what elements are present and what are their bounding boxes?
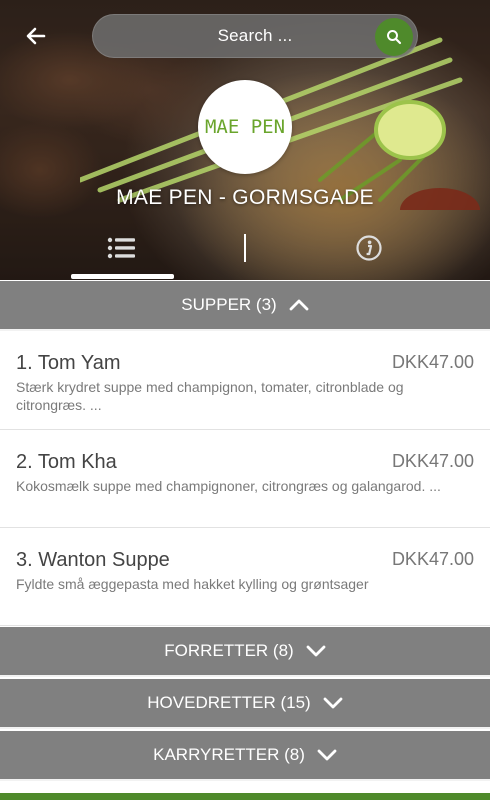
item-description: Kokosmælk suppe med champignoner, citron… (16, 478, 441, 494)
category-title: FORRETTER (8) (164, 641, 294, 660)
info-icon (356, 235, 382, 261)
chevron-down-icon (317, 745, 337, 765)
arrow-left-icon (26, 27, 46, 45)
menu-item[interactable]: 1. Tom Yam DKK47.00 Stærk krydret suppe … (0, 332, 490, 430)
category-header-supper[interactable]: SUPPER (3) (0, 281, 490, 331)
list-icon (107, 237, 135, 259)
item-name: 2. Tom Kha (16, 451, 117, 473)
item-price: DKK47.00 (391, 352, 474, 372)
search-input[interactable]: Search ... (92, 14, 418, 58)
search-button[interactable] (375, 18, 413, 56)
chevron-up-icon (289, 295, 309, 315)
category-title: KARRYRETTER (8) (153, 745, 305, 764)
search-placeholder: Search ... (217, 26, 293, 45)
menu-item[interactable]: 2. Tom Kha DKK47.00 Kokosmælk suppe med … (0, 431, 490, 528)
category-title: SUPPER (3) (181, 295, 277, 314)
divider-icon (244, 234, 246, 262)
category-title: HOVEDRETTER (15) (147, 693, 311, 712)
category-header-karryretter[interactable]: KARRYRETTER (8) (0, 731, 490, 781)
bottom-bar (0, 793, 490, 800)
item-name: 1. Tom Yam (16, 352, 121, 374)
category-header-forretter[interactable]: FORRETTER (8) (0, 627, 490, 677)
menu-item[interactable]: 3. Wanton Suppe DKK47.00 Fyldte små ægge… (0, 529, 490, 626)
item-price: DKK47.00 (391, 549, 474, 569)
item-description: Stærk krydret suppe med champignon, toma… (16, 379, 404, 413)
tab-reviews[interactable] (228, 232, 262, 264)
chevron-down-icon (323, 693, 343, 713)
search-icon (387, 30, 402, 45)
back-button[interactable] (22, 22, 50, 50)
hero-banner: Search ... MAE PEN MAE PEN - GORMSGADE (0, 0, 490, 280)
restaurant-name: MAE PEN - GORMSGADE (116, 186, 374, 209)
item-description: Fyldte små æggepasta med hakket kylling … (16, 576, 369, 592)
item-name: 3. Wanton Suppe (16, 549, 170, 571)
logo-text: MAE PEN (204, 116, 286, 138)
tab-info[interactable] (352, 232, 386, 264)
tab-indicator (71, 274, 174, 279)
tab-menu[interactable] (100, 232, 144, 264)
restaurant-logo: MAE PEN (198, 80, 292, 174)
chevron-down-icon (306, 641, 326, 661)
item-price: DKK47.00 (391, 451, 474, 471)
category-header-hovedretter[interactable]: HOVEDRETTER (15) (0, 679, 490, 729)
